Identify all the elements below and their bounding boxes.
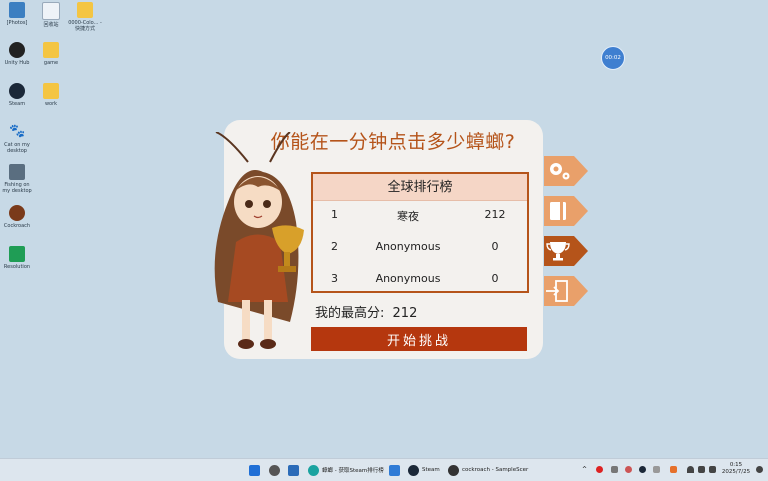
taskbar-gallery[interactable]	[288, 463, 302, 477]
leaderboard-row: 2 Anonymous 0	[313, 237, 527, 257]
fishing-icon	[9, 164, 25, 180]
player-score: 0	[491, 272, 499, 285]
timer-badge[interactable]: 00:02	[601, 46, 625, 70]
clock-date: 2025/7/25	[721, 469, 751, 475]
desktop-icon-shortcut-folder[interactable]: 0000-Colo... - 快捷方式	[68, 2, 102, 32]
desktop-icon-recycle-bin[interactable]: 回收站	[34, 2, 68, 28]
exit-tab[interactable]	[544, 276, 588, 306]
edge-icon	[308, 464, 319, 476]
desktop-icon-resolution[interactable]: Resolution	[0, 246, 34, 270]
desktop-icon-steam[interactable]: Steam	[0, 83, 34, 107]
clock-time: 0:15	[729, 462, 743, 468]
taskbar-app-edge[interactable]: 蟑螂 - 获取Steam排行榜	[308, 463, 384, 477]
tray-icon[interactable]	[625, 466, 632, 473]
taskbar-widget[interactable]	[269, 463, 283, 477]
desktop-icon-game-folder[interactable]: game	[34, 42, 68, 66]
tray-icon[interactable]	[611, 466, 618, 473]
unity-icon	[448, 464, 459, 476]
taskbar: 蟑螂 - 获取Steam排行榜 Steam cockroach - Sample…	[0, 458, 768, 481]
leaderboard: 全球排行榜 1 寒夜 212 2 Anonymous 0 3 Anonymous…	[311, 172, 529, 293]
paw-icon: 🐾	[9, 124, 26, 139]
taskbar-app-label: 蟑螂 - 获取Steam排行榜	[322, 468, 384, 474]
cockroach-girl-illustration	[214, 132, 304, 349]
steam-icon	[408, 464, 419, 476]
antivirus-icon[interactable]	[596, 466, 603, 473]
leaderboard-row: 1 寒夜 212	[313, 205, 527, 225]
volume-icon[interactable]	[698, 466, 705, 473]
leaderboard-title: 全球排行榜	[313, 174, 527, 201]
start-challenge-button[interactable]: 开始挑战	[311, 327, 527, 351]
taskbar-clock[interactable]: 0:15 2025/7/25	[718, 462, 754, 476]
photo-icon	[9, 2, 25, 18]
desktop-icon-fishing[interactable]: Fishing on my desktop	[0, 164, 34, 194]
player-name: Anonymous	[375, 272, 441, 285]
desktop-icon-work-folder[interactable]: work	[34, 83, 68, 107]
taskbar-app-label: cockroach - SampleScer	[462, 467, 529, 473]
desktop-icon-unity-hub[interactable]: Unity Hub	[0, 42, 34, 66]
leaderboard-row: 3 Anonymous 0	[313, 269, 527, 289]
widget-icon	[269, 464, 280, 476]
code-icon	[389, 464, 400, 476]
folder-icon	[43, 83, 59, 99]
best-score-label: 我的最高分:	[315, 306, 385, 321]
taskbar-app-steam[interactable]: Steam	[408, 463, 440, 477]
tray-icon[interactable]	[653, 466, 660, 473]
taskbar-app-unity[interactable]: cockroach - SampleScer	[448, 463, 528, 477]
wifi-icon[interactable]	[687, 466, 694, 473]
settings-tab[interactable]	[544, 156, 588, 186]
desktop-icon-cat[interactable]: 🐾 Cat on my desktop	[0, 124, 34, 154]
gallery-icon	[288, 464, 299, 476]
player-name: 寒夜	[397, 210, 419, 223]
folder-icon	[43, 42, 59, 58]
desktop-icon-cockroach[interactable]: Cockroach	[0, 205, 34, 229]
rank: 3	[331, 272, 338, 285]
guide-tab[interactable]	[544, 196, 588, 226]
steam-icon	[9, 83, 25, 99]
recycle-bin-icon	[42, 2, 60, 20]
rank: 2	[331, 240, 338, 253]
player-name: Anonymous	[375, 240, 441, 253]
folder-icon	[77, 2, 93, 18]
best-score: 我的最高分: 212	[315, 302, 417, 321]
notification-icon[interactable]	[756, 466, 763, 473]
player-score: 0	[491, 240, 499, 253]
unity-hub-icon	[9, 42, 25, 58]
best-score-value: 212	[392, 306, 418, 321]
start-button[interactable]	[249, 463, 263, 477]
battery-icon[interactable]	[709, 466, 716, 473]
windows-icon	[249, 464, 260, 476]
player-score: 212	[484, 208, 506, 221]
steam-tray-icon[interactable]	[639, 466, 646, 473]
leaderboard-tab[interactable]	[544, 236, 588, 266]
cockroach-icon	[9, 205, 25, 221]
desktop-icon-photos[interactable]: [Photos]	[0, 2, 34, 26]
rank: 1	[331, 208, 338, 221]
book-icon	[550, 202, 566, 220]
sheet-icon	[9, 246, 25, 262]
taskbar-vscode[interactable]	[389, 463, 403, 477]
chevron-up-icon[interactable]: ^	[582, 466, 589, 473]
taskbar-app-label: Steam	[422, 467, 440, 473]
tray-icon[interactable]	[670, 466, 677, 473]
